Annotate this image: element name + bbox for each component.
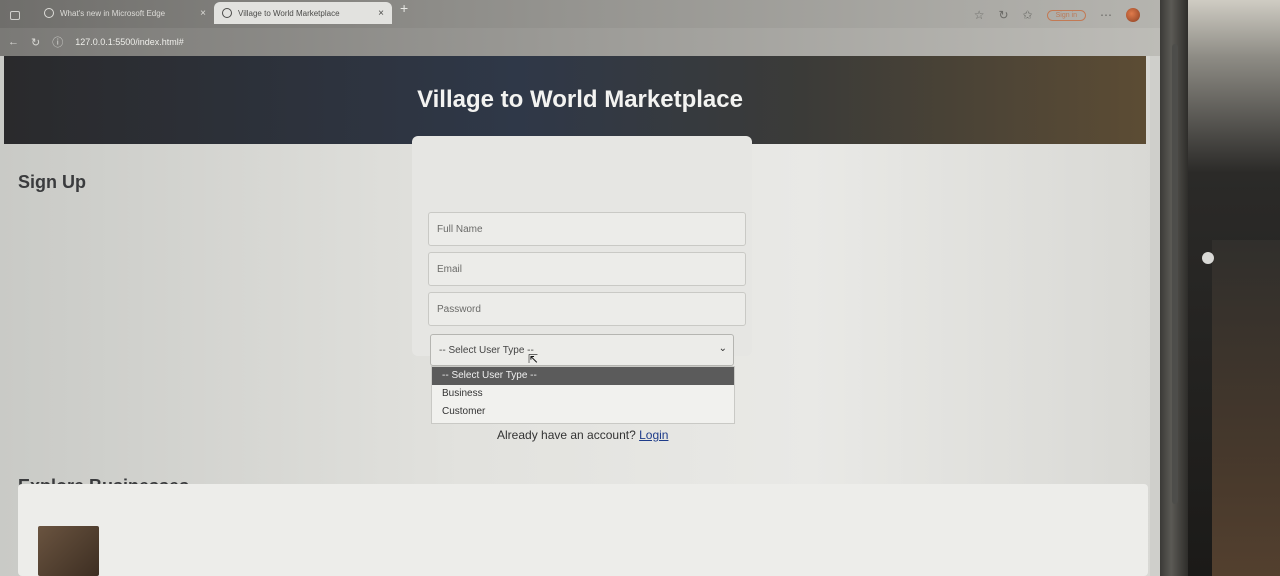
option-select-user-type[interactable]: -- Select User Type --: [432, 367, 734, 385]
password-field[interactable]: [428, 292, 746, 326]
tab-marketplace[interactable]: Village to World Marketplace ×: [214, 2, 392, 24]
edge-favicon-icon: [44, 8, 54, 18]
user-type-selected-value: -- Select User Type --: [439, 344, 534, 356]
refresh-ext-icon[interactable]: ↻: [998, 8, 1008, 22]
tab-close-icon[interactable]: ×: [378, 8, 384, 19]
user-type-dropdown: -- Select User Type -- Business Customer: [431, 366, 735, 424]
globe-favicon-icon: [222, 8, 232, 18]
tab-bar: What's new in Microsoft Edge × Village t…: [0, 0, 1160, 28]
site-title: Village to World Marketplace: [417, 86, 743, 113]
scrollbar-track[interactable]: [1150, 56, 1160, 576]
more-menu-icon[interactable]: ⋯: [1100, 8, 1112, 22]
mouse-cursor-icon: ⇱: [528, 352, 539, 366]
background-chair: [1212, 240, 1280, 576]
url-text[interactable]: 127.0.0.1:5500/index.html#: [75, 37, 184, 47]
login-prompt: Already have an account? Login: [497, 428, 668, 442]
browser-window: What's new in Microsoft Edge × Village t…: [0, 0, 1160, 576]
tab-close-icon[interactable]: ×: [200, 8, 206, 19]
refresh-icon[interactable]: ↻: [31, 36, 40, 49]
login-link[interactable]: Login: [639, 428, 668, 442]
sign-in-button[interactable]: Sign in: [1046, 9, 1086, 21]
full-name-field[interactable]: [428, 212, 746, 246]
option-business[interactable]: Business: [432, 385, 734, 403]
business-list: [18, 484, 1148, 576]
tab-title: What's new in Microsoft Edge: [60, 8, 166, 18]
site-header: Village to World Marketplace: [4, 56, 1146, 144]
favorites-icon[interactable]: ✩: [1023, 8, 1033, 22]
favorite-star-icon[interactable]: ☆: [974, 8, 985, 22]
user-type-select[interactable]: -- Select User Type -- ⌄: [430, 334, 734, 366]
option-customer[interactable]: Customer: [432, 403, 734, 421]
login-prompt-text: Already have an account?: [497, 428, 636, 442]
background-light: [1202, 252, 1214, 264]
new-tab-button[interactable]: +: [400, 0, 408, 16]
address-bar: ← ↻ ⓘ 127.0.0.1:5500/index.html#: [0, 28, 1160, 56]
edge-copilot-icon[interactable]: [1126, 8, 1140, 22]
browser-toolbar: ☆ ↻ ✩ Sign in ⋯: [974, 8, 1140, 22]
email-field[interactable]: [428, 252, 746, 286]
tab-actions-icon[interactable]: [10, 11, 20, 20]
business-card-image[interactable]: [38, 526, 99, 576]
chevron-down-icon: ⌄: [718, 343, 727, 354]
tab-title: Village to World Marketplace: [238, 8, 340, 18]
back-arrow-icon[interactable]: ←: [8, 36, 19, 48]
site-info-icon[interactable]: ⓘ: [52, 34, 63, 50]
signup-heading: Sign Up: [18, 172, 86, 192]
tab-edge-news[interactable]: What's new in Microsoft Edge ×: [36, 2, 214, 24]
scrollbar-thumb[interactable]: [1172, 44, 1178, 504]
